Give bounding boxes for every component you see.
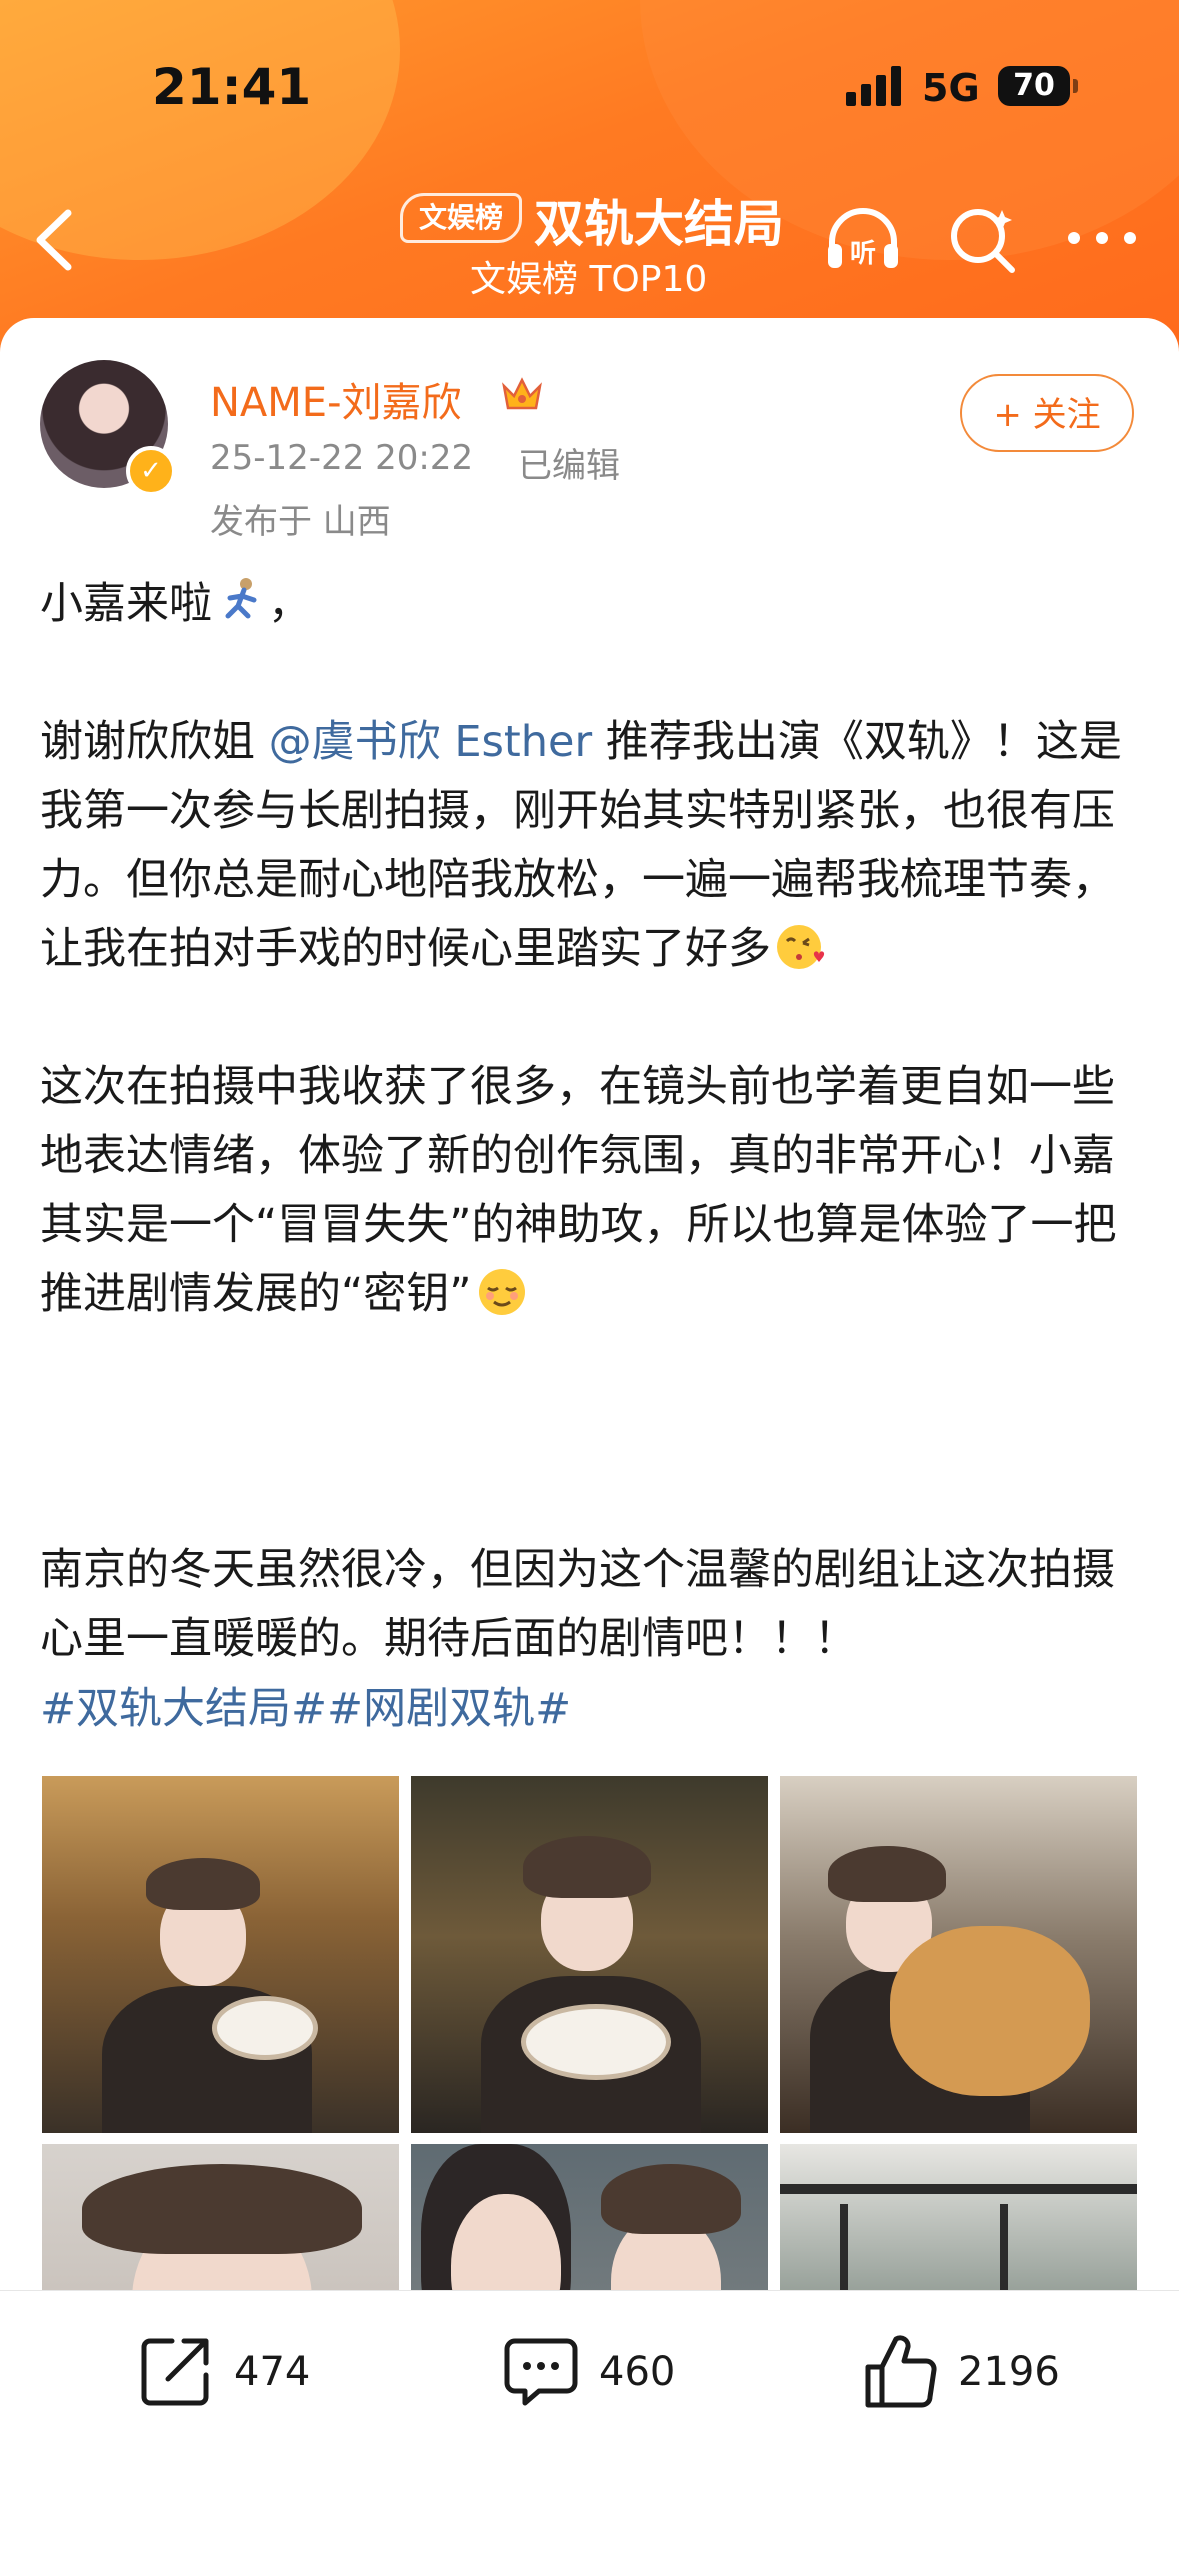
post-paragraph-2: 谢谢欣欣姐 @虞书欣 Esther 推荐我出演《双轨》！这是我第一次参与长剧拍摄… <box>40 717 1122 974</box>
status-time: 21:41 <box>152 58 312 116</box>
comment-count: 460 <box>599 2349 676 2395</box>
kiss-emoji-icon <box>775 921 827 973</box>
post-paragraph-1: 小嘉来啦， <box>40 570 1140 639</box>
edited-label: 已编辑 <box>518 446 620 486</box>
svg-text:听: 听 <box>850 239 876 269</box>
listen-icon[interactable]: 听 <box>822 202 904 276</box>
crown-icon <box>500 374 544 414</box>
topic-rank[interactable]: 文娱榜 TOP10 <box>470 250 707 302</box>
thumbs-up-icon <box>865 2335 937 2408</box>
comment-icon <box>504 2338 578 2406</box>
post-photo-2[interactable] <box>411 1776 768 2133</box>
topic-title[interactable]: 双轨大结局 <box>534 184 784 256</box>
relieved-emoji-icon <box>476 1266 528 1318</box>
verified-icon: ✓ <box>126 446 176 496</box>
network-type: 5G <box>922 66 980 110</box>
follow-button[interactable]: + 关注 <box>960 374 1134 452</box>
battery-icon: 70 <box>998 66 1078 106</box>
like-count: 2196 <box>958 2349 1060 2395</box>
post-paragraph-3: 这次在拍摄中我收获了很多，在镜头前也学着更自如一些地表达情绪，体验了新的创作氛围… <box>40 1062 1117 1319</box>
post-time: 25-12-22 20:22 <box>210 438 474 478</box>
post-photo-1[interactable] <box>42 1776 399 2133</box>
post-photo-3[interactable] <box>780 1776 1137 2133</box>
search-icon[interactable] <box>948 206 1018 276</box>
share-count: 474 <box>234 2349 311 2395</box>
post-card: ✓ NAME-刘嘉欣 25-12-22 20:22 已编辑 发布于 山西 + 关… <box>0 318 1179 2556</box>
signal-icon <box>846 66 904 106</box>
post-location: 发布于 山西 <box>210 502 391 542</box>
share-icon <box>141 2338 209 2406</box>
ranking-badge: 文娱榜 <box>400 193 523 243</box>
running-emoji-icon <box>216 576 268 628</box>
post-paragraph-4: 南京的冬天虽然很冷，但因为这个温馨的剧组让这次拍摄心里一直暖暖的。期待后面的剧情… <box>40 1545 1115 1664</box>
user-name[interactable]: NAME-刘嘉欣 <box>210 370 462 428</box>
top-header: 21:41 5G 70 文娱榜 双轨大结局 文娱榜 TOP10 听 <box>0 0 1179 360</box>
mention-link[interactable]: @虞书欣 Esther <box>269 717 593 767</box>
more-icon[interactable] <box>1064 218 1140 258</box>
back-icon[interactable] <box>30 205 80 275</box>
action-bar: 474 460 2196 <box>0 2290 1179 2557</box>
post-hashtags[interactable]: #双轨大结局##网剧双轨# <box>40 1674 571 1736</box>
